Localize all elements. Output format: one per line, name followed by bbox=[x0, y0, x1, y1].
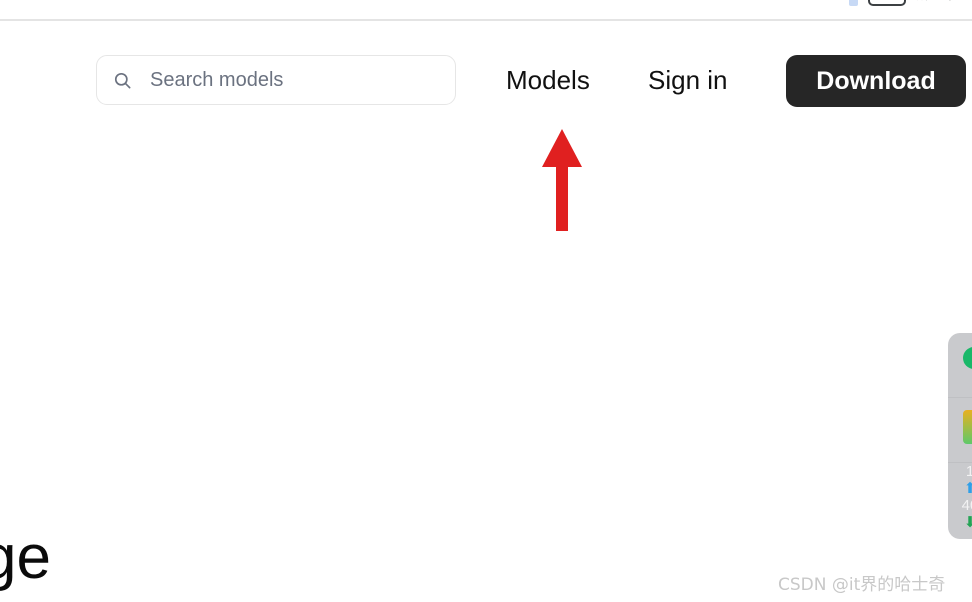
vote-up-count: 1 bbox=[965, 463, 972, 480]
csdn-watermark: CSDN @it界的哈士奇 bbox=[778, 575, 946, 595]
search-box[interactable] bbox=[96, 55, 456, 105]
page-content: Models Sign in Download ge 1 ⬆ 40 ⬇ CSDN… bbox=[0, 21, 972, 602]
search-input[interactable] bbox=[150, 68, 420, 92]
nav-link-models[interactable]: Models bbox=[506, 55, 590, 105]
browser-toolbar-icons: 所有书签 bbox=[848, 0, 972, 6]
rectangle-tab-icon[interactable] bbox=[867, 0, 906, 6]
status-circle-icon bbox=[963, 347, 972, 369]
browser-chrome-strip: 所有书签 bbox=[0, 0, 972, 20]
vote-up-arrow-icon[interactable]: ⬆ bbox=[948, 480, 972, 497]
floating-side-widget[interactable]: 1 ⬆ 40 ⬇ bbox=[948, 333, 972, 539]
annotation-arrow-up-icon bbox=[542, 129, 582, 231]
bookmark-sliver-icon[interactable] bbox=[848, 0, 858, 6]
nav-link-signin[interactable]: Sign in bbox=[648, 55, 728, 105]
widget-row-status[interactable] bbox=[948, 333, 972, 398]
widget-row-meter[interactable] bbox=[948, 398, 972, 463]
vote-down-arrow-icon[interactable]: ⬇ bbox=[948, 514, 972, 531]
search-icon bbox=[114, 72, 131, 88]
vote-down-count: 40 bbox=[961, 497, 972, 514]
widget-vote-controls[interactable]: 1 ⬆ 40 ⬇ bbox=[948, 463, 972, 531]
site-header: Models Sign in Download bbox=[0, 21, 972, 111]
download-button[interactable]: Download bbox=[786, 55, 966, 107]
bookmarks-label[interactable]: 所有书签 bbox=[916, 0, 972, 6]
gradient-bar-icon bbox=[963, 410, 972, 444]
page-heading-clipped: ge bbox=[0, 523, 51, 592]
